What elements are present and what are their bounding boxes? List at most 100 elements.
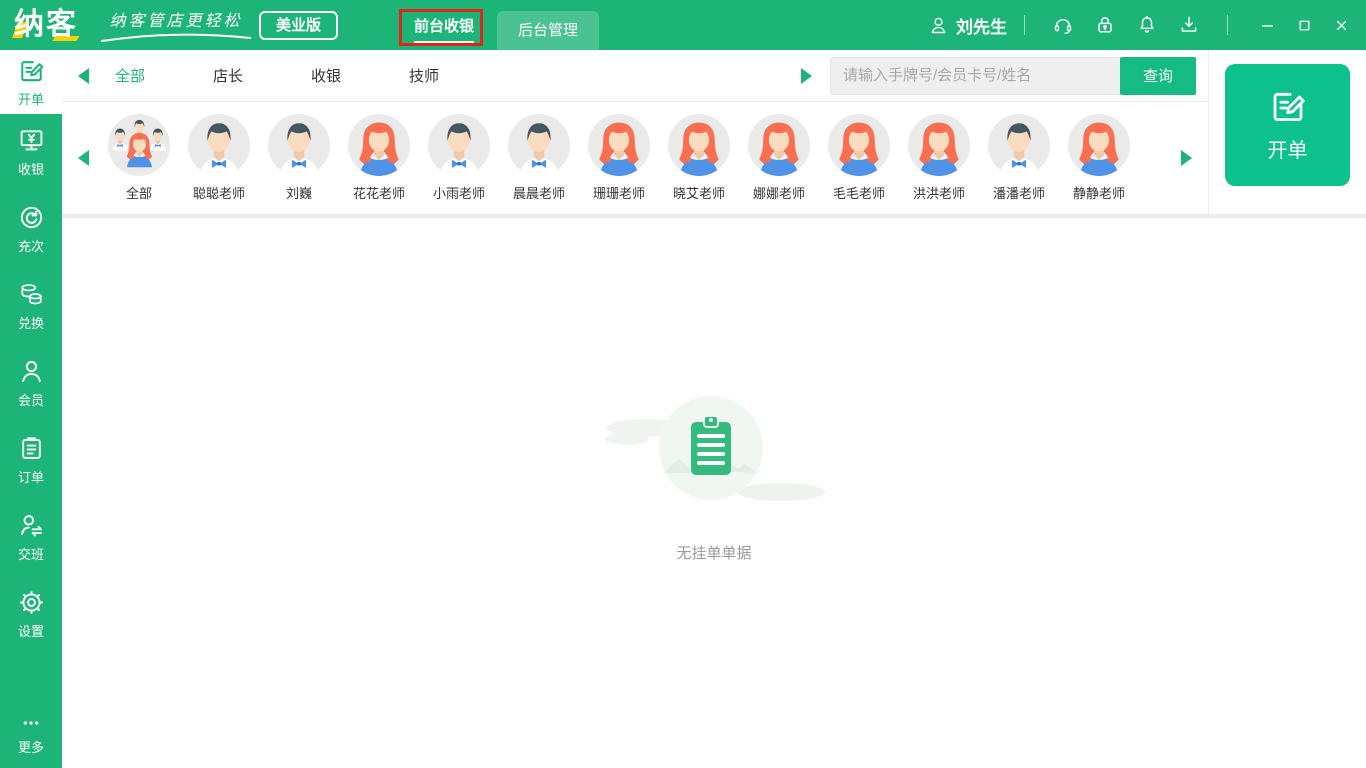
tab-back-management[interactable]: 后台管理 — [497, 11, 600, 50]
sidebar-item-cashier[interactable]: 收银 — [0, 114, 62, 191]
roles-scroll-left-arrow[interactable] — [78, 67, 89, 84]
user-icon — [928, 15, 949, 36]
staff-item[interactable]: 花花老师 — [339, 114, 419, 202]
cashier-icon — [18, 127, 45, 154]
female-avatar — [348, 114, 410, 176]
close-icon — [1333, 17, 1350, 34]
sidebar-item-recharge[interactable]: 充次 — [0, 191, 62, 268]
search-button[interactable]: 查询 — [1120, 56, 1196, 95]
staff-item[interactable]: 毛毛老师 — [819, 114, 899, 202]
open-bill-button[interactable]: 开单 — [1225, 64, 1350, 186]
edition-badge-button[interactable]: 美业版 — [259, 11, 339, 40]
slogan-text: 纳客管店更轻松 — [109, 13, 243, 30]
role-filter-toolbar: 全部 店长 收银 技师 查询 — [62, 50, 1208, 102]
logo-text: 纳客 — [14, 8, 78, 41]
recharge-icon — [18, 204, 45, 231]
sidebar-item-order[interactable]: 订单 — [0, 422, 62, 499]
staff-item[interactable]: 静静老师 — [1059, 114, 1139, 202]
content-area: 全部 店长 收银 技师 查询 — [62, 50, 1366, 768]
app-logo: 纳客 — [14, 8, 78, 42]
user-name: 刘先生 — [956, 17, 1007, 37]
sidebar-item-more[interactable]: 更多 — [0, 702, 62, 768]
search-group: 查询 — [830, 56, 1196, 95]
staff-item[interactable]: 洪洪老师 — [899, 114, 979, 202]
slogan-underline — [101, 33, 251, 42]
role-tab-3[interactable]: 技师 — [409, 65, 439, 86]
staff-carousel: 全部 聪聪老师 刘巍 花花老师 小雨老师 晨晨老师 珊珊老师 晓艾老师 娜娜老师… — [62, 102, 1208, 214]
staff-name: 晓艾老师 — [672, 186, 725, 201]
female-avatar — [828, 114, 890, 176]
sidebar-item-label: 更多 — [17, 740, 44, 755]
staff-item-all[interactable]: 全部 — [99, 114, 179, 202]
main-nav-tabs: 前台收银 后台管理 — [404, 0, 600, 50]
staff-item[interactable]: 娜娜老师 — [739, 114, 819, 202]
staff-name: 静静老师 — [1072, 186, 1125, 201]
staff-item[interactable]: 小雨老师 — [419, 114, 499, 202]
order-icon — [18, 435, 45, 462]
sidebar-item-label: 充次 — [17, 239, 44, 254]
empty-state-text: 无挂单单据 — [676, 544, 752, 562]
bell-icon[interactable] — [1136, 14, 1158, 36]
sidebar-item-exchange[interactable]: 兑换 — [0, 268, 62, 345]
staff-list: 全部 聪聪老师 刘巍 花花老师 小雨老师 晨晨老师 珊珊老师 晓艾老师 娜娜老师… — [99, 114, 1139, 202]
staff-name: 珊珊老师 — [592, 186, 645, 201]
staff-scroll-right-arrow[interactable] — [1181, 150, 1192, 166]
staff-name: 刘巍 — [285, 186, 312, 201]
more-icon — [16, 714, 46, 732]
empty-state: 无挂单单据 — [599, 378, 829, 563]
staff-item[interactable]: 晓艾老师 — [659, 114, 739, 202]
headset-icon[interactable] — [1052, 14, 1074, 36]
sidebar-item-label: 设置 — [17, 624, 44, 639]
sidebar-item-label: 交班 — [17, 547, 44, 562]
current-user[interactable]: 刘先生 — [928, 13, 1007, 38]
female-avatar — [748, 114, 810, 176]
role-tabs: 全部 店长 收银 技师 — [115, 65, 439, 86]
male-avatar — [428, 114, 490, 176]
tab-front-cashier[interactable]: 前台收银 — [404, 0, 484, 50]
download-icon[interactable] — [1178, 14, 1200, 36]
exchange-icon — [18, 281, 45, 308]
staff-item[interactable]: 珊珊老师 — [579, 114, 659, 202]
sidebar-item-member[interactable]: 会员 — [0, 345, 62, 422]
male-avatar — [508, 114, 570, 176]
female-avatar — [908, 114, 970, 176]
sidebar-item-settings[interactable]: 设置 — [0, 576, 62, 653]
staff-item[interactable]: 潘潘老师 — [979, 114, 1059, 202]
close-button[interactable] — [1326, 10, 1356, 40]
settings-icon — [18, 589, 45, 616]
member-icon — [18, 358, 45, 385]
role-tab-1[interactable]: 店长 — [213, 65, 243, 86]
male-avatar — [188, 114, 250, 176]
quick-action-panel: 开单 — [1208, 50, 1366, 214]
staff-item[interactable]: 晨晨老师 — [499, 114, 579, 202]
staff-item[interactable]: 聪聪老师 — [179, 114, 259, 202]
staff-name: 聪聪老师 — [192, 186, 245, 201]
female-avatar — [1068, 114, 1130, 176]
bill-icon — [18, 57, 45, 84]
app-header: 纳客 纳客管店更轻松 美业版 前台收银 后台管理 刘先生 — [0, 0, 1366, 50]
role-tab-0[interactable]: 全部 — [115, 65, 145, 86]
role-tab-2[interactable]: 收银 — [311, 65, 341, 86]
open-bill-label: 开单 — [1267, 140, 1308, 162]
header-tool-icons — [1042, 14, 1210, 36]
staff-name: 晨晨老师 — [512, 186, 565, 201]
member-search-input[interactable] — [830, 56, 1120, 95]
sidebar-item-shift[interactable]: 交班 — [0, 499, 62, 576]
staff-name: 娜娜老师 — [752, 186, 805, 201]
staff-scroll-left-arrow[interactable] — [78, 150, 89, 166]
pending-orders-area: 无挂单单据 — [62, 218, 1366, 768]
maximize-button[interactable] — [1289, 10, 1319, 40]
male-avatar — [268, 114, 330, 176]
staff-name: 毛毛老师 — [832, 186, 885, 201]
window-controls — [1245, 10, 1356, 40]
minimize-button[interactable] — [1252, 10, 1282, 40]
staff-name: 潘潘老师 — [992, 186, 1045, 201]
shift-icon — [18, 512, 45, 539]
roles-scroll-right-arrow[interactable] — [801, 67, 812, 84]
sidebar-item-label: 会员 — [17, 393, 44, 408]
lock-icon[interactable] — [1094, 14, 1116, 36]
staff-item[interactable]: 刘巍 — [259, 114, 339, 202]
header-divider — [1227, 15, 1228, 35]
sidebar-item-bill[interactable]: 开单 — [0, 50, 62, 114]
sidebar: 开单 收银 充次 兑换 会员 订单 交班 设置 更多 — [0, 50, 62, 768]
